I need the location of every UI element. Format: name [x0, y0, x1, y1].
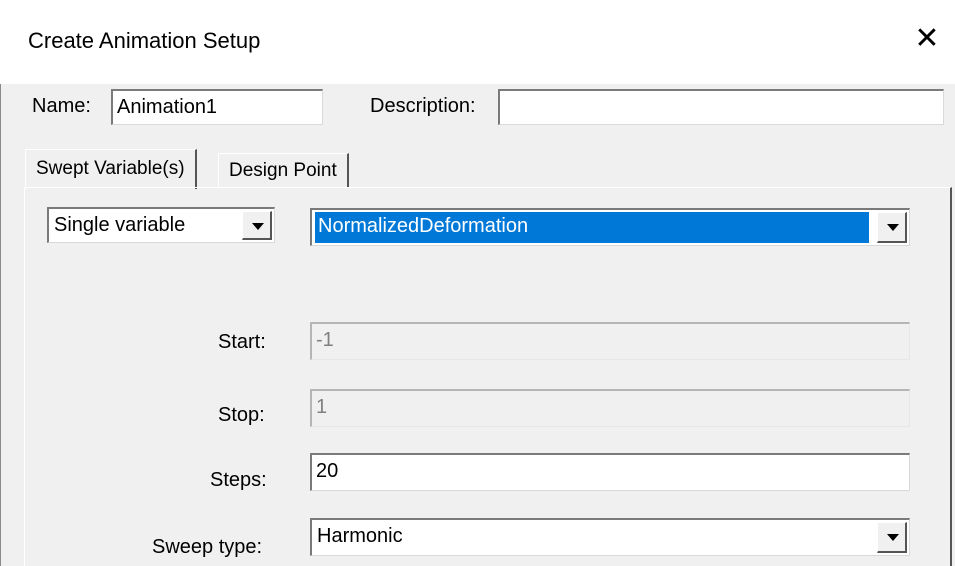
- stop-input[interactable]: 1: [310, 389, 910, 427]
- tab-swept-variables[interactable]: Swept Variable(s): [25, 149, 197, 189]
- sweep-mode-select[interactable]: Single variable: [47, 207, 275, 243]
- variable-select[interactable]: NormalizedDeformation: [310, 208, 910, 246]
- name-label: Name:: [32, 95, 91, 117]
- chevron-down-icon[interactable]: [877, 212, 907, 243]
- tab-design-point[interactable]: Design Point: [218, 153, 349, 187]
- steps-label: Steps:: [210, 469, 267, 491]
- stop-label: Stop:: [218, 404, 265, 426]
- close-icon[interactable]: ✕: [910, 22, 944, 56]
- sweep-type-value: Harmonic: [317, 525, 403, 547]
- name-input[interactable]: Animation1: [111, 89, 323, 125]
- description-input[interactable]: [498, 89, 944, 125]
- title-bar: Create Animation Setup ✕: [0, 0, 955, 84]
- variable-value: NormalizedDeformation: [315, 212, 869, 243]
- sweep-type-select[interactable]: Harmonic: [310, 518, 910, 556]
- sweep-type-label: Sweep type:: [152, 536, 263, 558]
- start-label: Start:: [218, 331, 266, 353]
- start-input[interactable]: -1: [310, 322, 910, 360]
- chevron-down-icon[interactable]: [877, 522, 907, 553]
- chevron-down-icon[interactable]: [242, 211, 272, 240]
- steps-input[interactable]: 20: [310, 453, 910, 491]
- description-label: Description:: [370, 95, 476, 117]
- window-title: Create Animation Setup: [28, 28, 261, 53]
- sweep-mode-value: Single variable: [54, 214, 186, 236]
